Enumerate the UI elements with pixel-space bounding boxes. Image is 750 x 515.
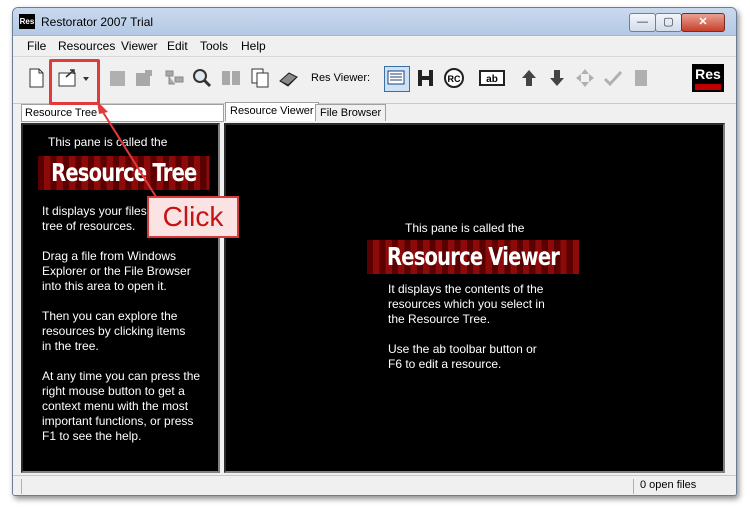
menu-edit[interactable]: Edit [167, 39, 188, 53]
tab-file-browser[interactable]: File Browser [315, 104, 387, 121]
resource-tree-header: Resource Tree [21, 104, 224, 122]
resource-viewer-banner: Resource Viewer [367, 240, 580, 274]
hex-view-icon[interactable] [415, 67, 437, 89]
status-divider [21, 479, 22, 494]
right-intro-text: This pane is called the [405, 221, 525, 235]
checkmark-icon [602, 67, 624, 89]
left-paragraph-4: At any time you can press the right mous… [42, 369, 201, 443]
close-button[interactable]: ✕ [681, 13, 725, 32]
rc-view-icon[interactable]: RC [443, 67, 465, 89]
resource-tree-pane[interactable]: This pane is called the Resource Tree It… [21, 123, 220, 473]
menu-tools[interactable]: Tools [200, 39, 228, 53]
edit-ab-icon[interactable]: ab [479, 67, 505, 89]
menu-bar: File Resources Viewer Edit Tools Help [13, 36, 736, 56]
resource-tree-banner: Resource Tree [38, 156, 210, 190]
svg-text:RC: RC [448, 74, 461, 84]
svg-text:ab: ab [486, 74, 498, 85]
page-icon [630, 67, 652, 89]
logo-text: Res [695, 66, 721, 82]
save-icon [107, 67, 129, 89]
move-down-icon[interactable] [546, 67, 568, 89]
window-title: Restorator 2007 Trial [41, 15, 154, 29]
restorator-logo: Res [692, 64, 724, 92]
left-paragraph-2: Drag a file from Windows Explorer or the… [42, 249, 191, 293]
pane-tabs: Resource Tree Resource Viewer File Brows… [13, 102, 736, 123]
app-window: Res Restorator 2007 Trial — ▢ ✕ File Res… [12, 7, 737, 496]
menu-resources[interactable]: Resources [58, 39, 115, 53]
status-divider [633, 479, 634, 494]
resource-viewer-pane[interactable]: This pane is called the Resource Viewer … [224, 123, 725, 473]
left-intro-text: This pane is called the [48, 135, 168, 149]
toolbar: Res Viewer: RC ab Res [13, 56, 736, 104]
view-image-icon[interactable] [384, 66, 410, 92]
navigate-icon [574, 67, 596, 89]
copy-pages-icon[interactable] [249, 67, 271, 89]
left-paragraph-3: Then you can explore the resources by cl… [42, 309, 186, 353]
click-callout: Click [147, 196, 239, 238]
status-bar: 0 open files [13, 475, 736, 495]
folder-tree-icon [163, 67, 185, 89]
right-paragraph-1: It displays the contents of the resource… [388, 282, 545, 326]
app-icon: Res [19, 14, 35, 29]
compare-icon [220, 67, 242, 89]
left-paragraph-1: It displays your files tree of resources… [42, 204, 147, 233]
menu-file[interactable]: File [27, 39, 46, 53]
minimize-button[interactable]: — [629, 13, 656, 32]
res-viewer-label: Res Viewer: [311, 72, 371, 84]
menu-help[interactable]: Help [241, 39, 266, 53]
title-bar[interactable]: Res Restorator 2007 Trial — ▢ ✕ [13, 8, 736, 36]
maximize-button[interactable]: ▢ [655, 13, 682, 32]
search-icon[interactable] [191, 67, 213, 89]
book-icon[interactable] [277, 67, 299, 89]
tab-resource-viewer[interactable]: Resource Viewer [225, 102, 319, 121]
move-up-icon[interactable] [518, 67, 540, 89]
save-as-icon [133, 67, 155, 89]
menu-viewer[interactable]: Viewer [121, 39, 157, 53]
open-files-count: 0 open files [640, 479, 697, 491]
click-highlight-box [49, 59, 100, 105]
right-paragraph-2: Use the ab toolbar button or F6 to edit … [388, 342, 537, 371]
new-file-icon[interactable] [25, 67, 47, 89]
